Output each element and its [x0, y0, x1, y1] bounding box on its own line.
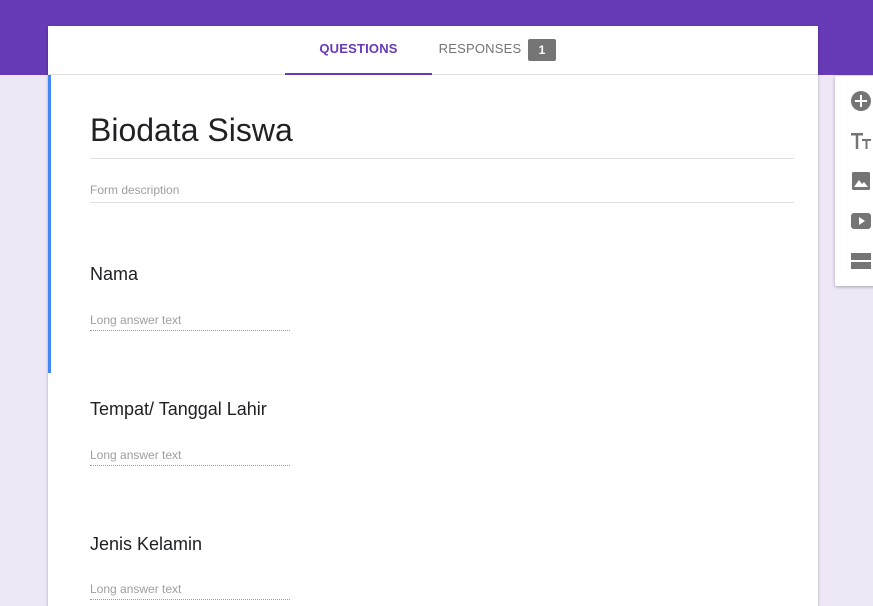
tab-responses-label: RESPONSES	[438, 41, 522, 56]
floating-toolbar	[835, 76, 873, 286]
add-image-icon[interactable]	[849, 169, 873, 193]
responses-count-badge: 1	[528, 39, 556, 61]
long-answer-field: Long answer text	[90, 312, 290, 331]
question-title[interactable]: Nama	[90, 262, 138, 286]
form-title[interactable]: Biodata Siswa	[90, 106, 794, 159]
long-answer-field: Long answer text	[90, 581, 290, 600]
add-video-icon[interactable]	[849, 209, 873, 233]
add-section-icon[interactable]	[849, 249, 873, 273]
active-tab-indicator	[285, 73, 432, 75]
tab-questions-label: QUESTIONS	[319, 41, 398, 56]
tab-questions[interactable]: QUESTIONS	[285, 26, 432, 75]
add-title-icon[interactable]	[849, 129, 873, 153]
add-question-icon[interactable]	[849, 89, 873, 113]
question-title[interactable]: Tempat/ Tanggal Lahir	[90, 397, 267, 421]
long-answer-field: Long answer text	[90, 447, 290, 466]
tab-bar: QUESTIONS RESPONSES 1	[48, 26, 818, 75]
form-card: QUESTIONS RESPONSES 1 Biodata Siswa Form…	[48, 26, 818, 606]
active-section-indicator	[48, 75, 51, 373]
form-description-field[interactable]: Form description	[90, 180, 794, 203]
question-title[interactable]: Jenis Kelamin	[90, 532, 202, 556]
